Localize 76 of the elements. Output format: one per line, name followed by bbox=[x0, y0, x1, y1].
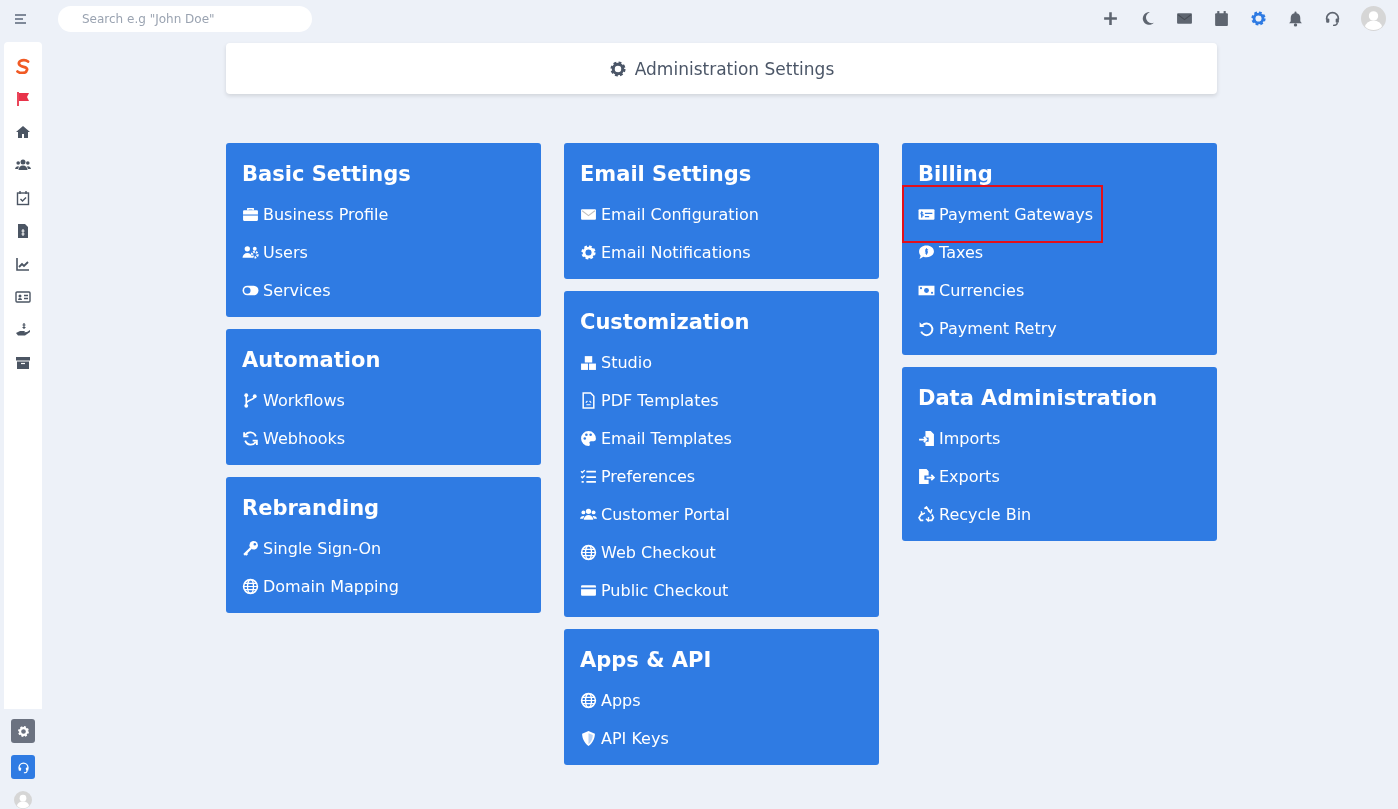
settings-link[interactable]: Recycle Bin bbox=[939, 504, 1032, 524]
palette-icon bbox=[580, 429, 597, 447]
home-icon[interactable] bbox=[15, 124, 31, 140]
document-dollar-icon[interactable] bbox=[15, 223, 31, 239]
settings-link[interactable]: Exports bbox=[939, 466, 1000, 486]
file-icon bbox=[580, 391, 597, 409]
support-button[interactable] bbox=[11, 755, 35, 779]
settings-link[interactable]: Email Notifications bbox=[601, 242, 751, 262]
card-title: Email Settings bbox=[580, 161, 752, 188]
menu-icon[interactable] bbox=[14, 12, 28, 25]
envelope-icon[interactable] bbox=[1176, 10, 1193, 27]
settings-link[interactable]: Users bbox=[263, 242, 308, 262]
logo-icon[interactable] bbox=[15, 58, 31, 74]
settings-link[interactable]: Apps bbox=[601, 690, 641, 710]
settings-link[interactable]: Currencies bbox=[939, 280, 1025, 300]
card-title: Automation bbox=[242, 347, 381, 374]
settings-link[interactable]: Email Templates bbox=[601, 428, 732, 448]
globe-icon bbox=[580, 691, 597, 709]
card-title: Billing bbox=[918, 161, 993, 188]
card-title: Basic Settings bbox=[242, 161, 411, 188]
headset-icon bbox=[16, 760, 30, 774]
settings-icon bbox=[580, 243, 597, 261]
calendar-icon[interactable] bbox=[1213, 10, 1230, 27]
speech-bubble-dollar-icon bbox=[918, 243, 935, 261]
settings-link[interactable]: Payment Retry bbox=[939, 318, 1057, 338]
sync-icon bbox=[242, 429, 259, 447]
archive-icon[interactable] bbox=[15, 355, 31, 371]
briefcase-icon bbox=[242, 205, 259, 223]
settings-link[interactable]: Email Configuration bbox=[601, 204, 759, 224]
settings-link[interactable]: Single Sign-On bbox=[263, 538, 382, 558]
undo-icon bbox=[918, 319, 935, 337]
checklist-icon bbox=[580, 467, 597, 485]
headset-icon[interactable] bbox=[1324, 10, 1341, 27]
settings-link[interactable]: Customer Portal bbox=[601, 504, 730, 524]
settings-link[interactable]: Business Profile bbox=[263, 204, 389, 224]
globe-icon bbox=[580, 543, 597, 561]
settings-link[interactable]: Domain Mapping bbox=[263, 576, 399, 596]
settings-link[interactable]: Studio bbox=[601, 352, 652, 372]
settings-link[interactable]: Preferences bbox=[601, 466, 696, 486]
branch-icon bbox=[242, 391, 259, 409]
settings-link[interactable]: Imports bbox=[939, 428, 1001, 448]
file-export-icon bbox=[918, 467, 935, 485]
globe-icon bbox=[242, 577, 259, 595]
chart-icon[interactable] bbox=[15, 256, 31, 272]
settings-link[interactable]: PDF Templates bbox=[601, 390, 719, 410]
users-gear-icon bbox=[242, 243, 259, 261]
shield-icon bbox=[580, 729, 597, 747]
plus-icon[interactable] bbox=[1102, 10, 1119, 27]
file-import-icon bbox=[918, 429, 935, 447]
recycle-icon bbox=[918, 505, 935, 523]
page-title: Administration Settings bbox=[634, 58, 835, 79]
settings-link[interactable]: Taxes bbox=[939, 242, 984, 262]
card-title: Apps & API bbox=[580, 647, 712, 674]
settings-link[interactable]: Payment Gateways bbox=[939, 204, 1094, 224]
flag-icon[interactable] bbox=[15, 91, 31, 107]
card-title: Rebranding bbox=[242, 495, 380, 522]
calendar-check-icon[interactable] bbox=[15, 190, 31, 206]
settings-link[interactable]: Webhooks bbox=[263, 428, 346, 448]
key-icon bbox=[242, 539, 259, 557]
settings-button[interactable] bbox=[11, 719, 35, 743]
card-title: Data Administration bbox=[918, 385, 1158, 412]
users-icon[interactable] bbox=[15, 157, 31, 173]
cubes-icon bbox=[580, 353, 597, 371]
settings-link[interactable]: Workflows bbox=[263, 390, 345, 410]
settings-icon bbox=[608, 59, 627, 78]
settings-link[interactable]: Public Checkout bbox=[601, 580, 729, 600]
settings-icon[interactable] bbox=[1250, 10, 1267, 27]
hand-dollar-icon[interactable] bbox=[15, 322, 31, 338]
card-title: Customization bbox=[580, 309, 750, 336]
settings-link[interactable]: Web Checkout bbox=[601, 542, 716, 562]
id-card-icon[interactable] bbox=[15, 289, 31, 305]
bell-icon[interactable] bbox=[1287, 10, 1304, 27]
settings-icon bbox=[16, 724, 30, 738]
settings-link[interactable]: API Keys bbox=[601, 728, 669, 748]
search-field[interactable]: Search e.g "John Doe" bbox=[58, 5, 312, 32]
settings-link[interactable]: Services bbox=[263, 280, 331, 300]
